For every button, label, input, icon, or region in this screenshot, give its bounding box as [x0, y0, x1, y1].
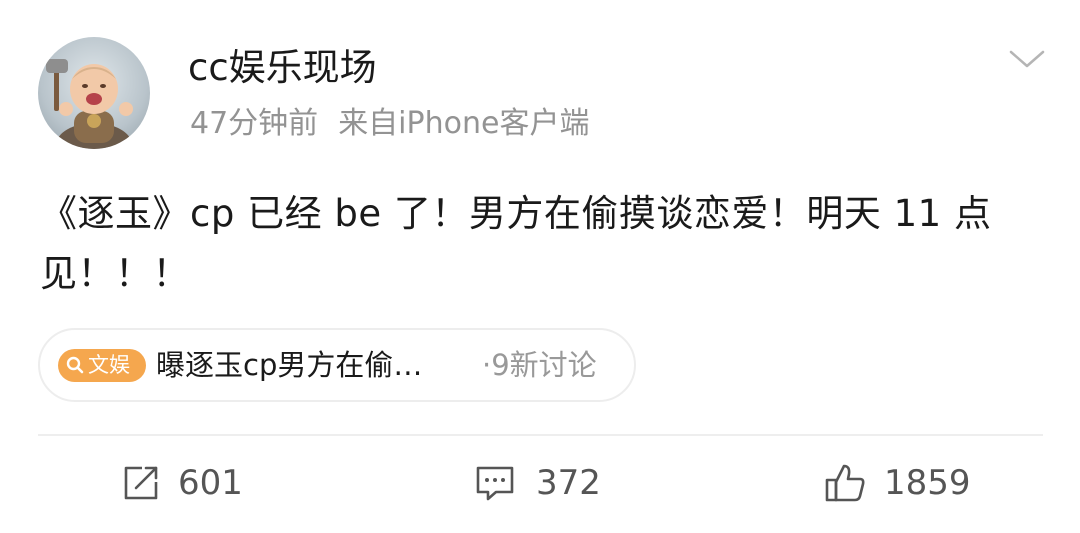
thumbs-up-icon	[825, 464, 865, 502]
topic-title: 曝逐玉cp男方在偷…	[156, 348, 423, 382]
post-text: 《逐玉》cp 已经 be 了！男方在偷摸谈恋爱！明天 11 点见！！！	[40, 192, 992, 295]
topic-badge-label: 文娱	[88, 353, 130, 377]
post-time: 47分钟前	[190, 106, 319, 141]
comment-count: 372	[536, 463, 601, 503]
avatar[interactable]	[38, 37, 150, 149]
topic-badge: 文娱	[58, 349, 146, 382]
repost-button[interactable]: 601	[120, 458, 260, 508]
share-icon	[124, 466, 158, 500]
username[interactable]: cc娱乐现场	[188, 44, 377, 92]
divider	[38, 434, 1043, 436]
post-source: 来自iPhone客户端	[338, 106, 590, 141]
chevron-down-icon[interactable]	[1005, 44, 1049, 74]
like-button[interactable]: 1859	[824, 458, 984, 508]
comment-button[interactable]: 372	[474, 458, 614, 508]
topic-card[interactable]: 文娱 曝逐玉cp男方在偷… ·9新讨论	[38, 328, 636, 402]
topic-discussion-count: ·9新讨论	[482, 348, 597, 382]
comment-icon	[476, 466, 514, 501]
post-meta: 47分钟前 来自iPhone客户端	[190, 104, 589, 144]
like-count: 1859	[884, 463, 971, 503]
repost-count: 601	[178, 463, 243, 503]
avatar-image	[46, 59, 133, 149]
search-icon	[66, 356, 84, 374]
